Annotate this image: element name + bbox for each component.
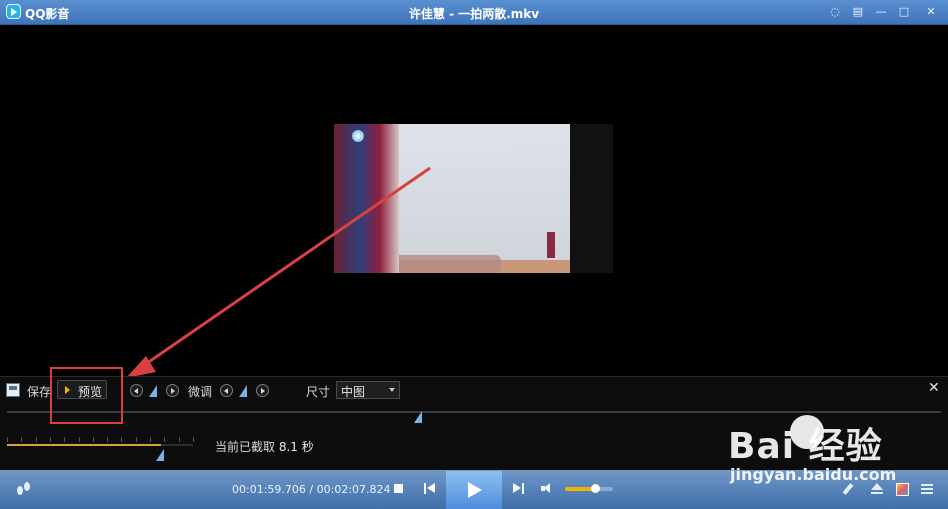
clip-range-track[interactable] (7, 411, 941, 413)
fine-forward-button[interactable] (256, 384, 269, 397)
play-icon (468, 482, 482, 498)
footprint-icon[interactable] (17, 482, 31, 496)
playback-time: 00:01:59.706 / 00:02:07.824 (232, 483, 391, 496)
volume-slider[interactable] (565, 484, 613, 493)
eject-icon[interactable] (869, 481, 885, 497)
volume-icon[interactable] (541, 483, 553, 494)
chevron-right-icon (261, 388, 265, 394)
fine-scale-tick (92, 437, 94, 442)
play-button[interactable] (446, 471, 502, 509)
save-button[interactable]: 保存 (27, 383, 51, 400)
capture-value: 8.1 秒 (278, 440, 314, 454)
size-label: 尺寸 (306, 385, 331, 399)
previous-icon[interactable] (424, 483, 435, 494)
fine-scale-tick (21, 437, 23, 442)
start-back-button[interactable] (130, 384, 143, 397)
fine-marker-icon (239, 384, 248, 397)
volume-knob[interactable] (590, 484, 600, 493)
save-icon[interactable] (6, 383, 20, 397)
chevron-down-icon (389, 388, 395, 392)
next-icon[interactable] (513, 483, 524, 494)
fine-scale-tick (135, 437, 137, 442)
chevron-right-icon (171, 388, 175, 394)
fine-scale-tick (35, 437, 37, 442)
picture-icon[interactable] (894, 481, 910, 497)
clip-edit-panel: 保存 预览 微调 尺寸 中图 ✕ 当前已截取 8.1 秒 (0, 376, 948, 470)
fine-scale-tick (164, 437, 166, 442)
fine-scale-tick (150, 437, 152, 442)
start-marker-icon (149, 384, 158, 397)
panel-close-button[interactable]: ✕ (928, 380, 940, 396)
annotation-highlight-box (50, 367, 123, 424)
fine-scale-tick (78, 437, 80, 442)
time-total: 00:02:07.824 (316, 483, 391, 496)
size-select-value: 中图 (341, 385, 366, 399)
fine-scale-tick (64, 437, 66, 442)
fine-scale-tick (178, 437, 180, 442)
start-forward-button[interactable] (166, 384, 179, 397)
tools-icon[interactable] (843, 481, 859, 497)
fine-scale-tick (193, 437, 194, 442)
fine-tune-label: 微调 (188, 385, 213, 399)
fine-back-button[interactable] (220, 384, 233, 397)
chevron-left-icon (134, 388, 138, 394)
fine-scale-fill (7, 444, 162, 446)
fine-scale-tick (107, 437, 109, 442)
fine-scale-tick (49, 437, 51, 442)
size-select[interactable]: 中图 (336, 381, 400, 399)
capture-prefix: 当前已截取 (215, 440, 276, 454)
fine-scale[interactable] (7, 437, 194, 447)
fine-scale-tick (7, 437, 8, 442)
fine-scale-tick (121, 437, 123, 442)
chevron-left-icon (224, 388, 228, 394)
clip-range-handle[interactable] (414, 410, 423, 423)
fine-scale-handle[interactable] (156, 448, 165, 461)
playlist-icon[interactable] (919, 481, 935, 497)
time-separator: / (309, 483, 314, 496)
capture-duration-text: 当前已截取 8.1 秒 (215, 438, 314, 455)
stop-icon[interactable] (394, 484, 403, 493)
time-current: 00:01:59.706 (232, 483, 306, 496)
